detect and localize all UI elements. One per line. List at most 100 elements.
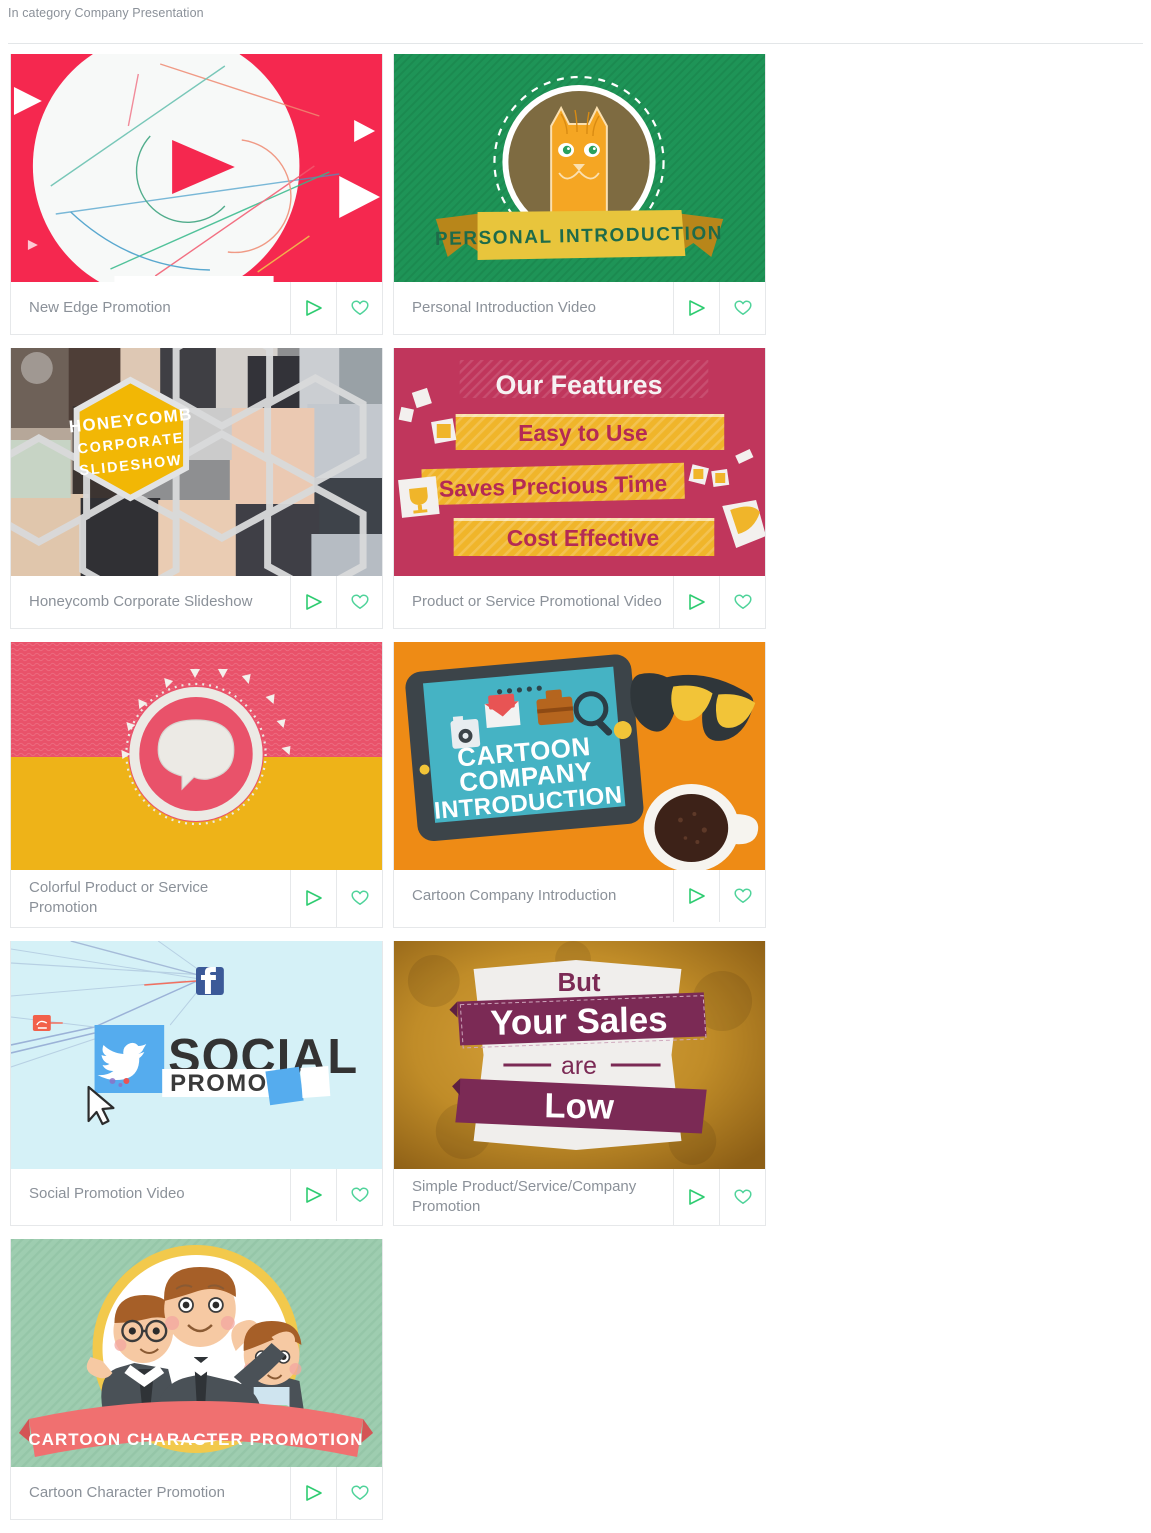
card-actions <box>673 282 765 334</box>
category-header: In category Company Presentation <box>0 0 1151 32</box>
favorite-button[interactable] <box>719 282 765 334</box>
play-button[interactable] <box>673 870 719 922</box>
video-card[interactable]: New Edge Promotion <box>10 54 383 335</box>
honeycomb-corporate-thumbnail: HONEYCOMB CORPORATE SLIDESHOW <box>11 348 382 576</box>
heart-icon <box>350 1186 369 1202</box>
card-footer: Personal Introduction Video <box>394 282 765 334</box>
card-footer: Cartoon Company Introduction <box>394 870 765 922</box>
play-icon <box>688 1188 705 1205</box>
play-button[interactable] <box>290 576 336 628</box>
svg-text:CARTOON CHARACTER PROMOTION: CARTOON CHARACTER PROMOTION <box>28 1430 363 1449</box>
play-button[interactable] <box>673 1168 719 1225</box>
card-footer: Colorful Product or Service Promotion <box>11 870 382 927</box>
colorful-product-service-thumbnail <box>11 642 382 870</box>
svg-text:Low: Low <box>544 1086 615 1127</box>
svg-text:Our Features: Our Features <box>495 370 662 400</box>
card-title: Cartoon Character Promotion <box>29 1483 225 1501</box>
play-icon <box>305 890 322 907</box>
svg-text:Your Sales: Your Sales <box>490 1000 668 1043</box>
play-button[interactable] <box>290 1467 336 1519</box>
video-thumbnail[interactable]: PERSONAL INTRODUCTION <box>394 54 765 282</box>
card-title: Simple Product/Service/Company Promotion <box>412 1177 637 1215</box>
play-button[interactable] <box>290 870 336 927</box>
card-actions <box>290 282 382 334</box>
cartoon-company-introduction-thumbnail: CARTOON COMPANY INTRODUCTION <box>394 642 765 870</box>
play-icon <box>688 594 705 610</box>
video-card[interactable]: CARTOON CHARACTER PROMOTION Cartoon Char… <box>10 1239 383 1520</box>
play-button[interactable] <box>290 1168 336 1221</box>
play-icon <box>305 1186 322 1203</box>
svg-text:Cost Effective: Cost Effective <box>507 525 659 551</box>
favorite-button[interactable] <box>336 870 382 927</box>
card-footer: Social Promotion Video <box>11 1168 382 1221</box>
video-card[interactable]: PERSONAL INTRODUCTION Personal Introduct… <box>393 54 766 335</box>
play-button[interactable] <box>673 282 719 334</box>
card-actions <box>673 1168 765 1225</box>
card-title: Product or Service Promotional Video <box>412 592 662 610</box>
new-edge-promotion-thumbnail <box>11 54 382 282</box>
video-thumbnail[interactable] <box>11 642 382 870</box>
card-footer: Simple Product/Service/Company Promotion <box>394 1168 765 1225</box>
card-footer: Cartoon Character Promotion <box>11 1467 382 1519</box>
play-icon <box>305 594 322 610</box>
heart-icon <box>350 594 369 609</box>
favorite-button[interactable] <box>719 1168 765 1225</box>
play-icon <box>688 300 705 316</box>
card-title: New Edge Promotion <box>29 298 171 316</box>
favorite-button[interactable] <box>336 282 382 334</box>
heart-icon <box>733 594 752 609</box>
card-footer: Product or Service Promotional Video <box>394 576 765 628</box>
card-actions <box>673 870 765 922</box>
svg-text:are: are <box>561 1051 597 1079</box>
video-thumbnail[interactable]: CARTOON COMPANY INTRODUCTION <box>394 642 765 870</box>
heart-icon <box>350 890 369 906</box>
play-icon <box>305 300 322 316</box>
video-card[interactable]: CARTOON COMPANY INTRODUCTION Cartoon Com… <box>393 642 766 928</box>
product-service-promotional-thumbnail: Our Features Easy to Use Saves Precious … <box>394 348 765 576</box>
card-footer: Honeycomb Corporate Slideshow <box>11 576 382 628</box>
svg-text:But: But <box>557 968 600 996</box>
heart-icon <box>733 300 752 315</box>
video-card[interactable]: SOCIAL PROMO Social Promotion Video <box>10 940 383 1226</box>
svg-text:Easy to Use: Easy to Use <box>518 420 648 446</box>
card-title: Cartoon Company Introduction <box>412 886 617 904</box>
social-promotion-thumbnail: SOCIAL PROMO <box>11 940 382 1169</box>
card-actions <box>290 870 382 927</box>
heart-icon <box>350 1485 369 1500</box>
card-title: Honeycomb Corporate Slideshow <box>29 592 253 610</box>
play-icon <box>688 888 705 904</box>
play-button[interactable] <box>290 282 336 334</box>
video-thumbnail[interactable]: SOCIAL PROMO <box>11 940 382 1169</box>
favorite-button[interactable] <box>336 576 382 628</box>
card-actions <box>290 1467 382 1519</box>
video-thumbnail[interactable]: HONEYCOMB CORPORATE SLIDESHOW <box>11 348 382 576</box>
video-thumbnail[interactable] <box>11 54 382 282</box>
card-title: Personal Introduction Video <box>412 298 597 316</box>
video-thumbnail[interactable]: Your Sales But are Low <box>394 940 765 1169</box>
favorite-button[interactable] <box>719 576 765 628</box>
video-card[interactable]: HONEYCOMB CORPORATE SLIDESHOW Honeycomb … <box>10 348 383 629</box>
card-actions <box>673 576 765 628</box>
video-card[interactable]: Colorful Product or Service Promotion <box>10 642 383 928</box>
play-icon <box>305 1485 322 1501</box>
card-title: Social Promotion Video <box>29 1185 185 1203</box>
favorite-button[interactable] <box>336 1168 382 1221</box>
favorite-button[interactable] <box>336 1467 382 1519</box>
video-thumbnail[interactable]: CARTOON CHARACTER PROMOTION <box>11 1239 382 1467</box>
personal-introduction-thumbnail: PERSONAL INTRODUCTION <box>394 54 765 282</box>
video-card-grid: New Edge Promotion PERSONAL INTRODUCTION… <box>0 44 1151 1533</box>
cartoon-character-promotion-thumbnail: CARTOON CHARACTER PROMOTION <box>11 1239 382 1467</box>
heart-icon <box>350 300 369 315</box>
video-card[interactable]: Your Sales But are Low Simple Product/Se… <box>393 940 766 1226</box>
card-footer: New Edge Promotion <box>11 282 382 334</box>
card-actions <box>290 1168 382 1221</box>
simple-product-service-company-thumbnail: Your Sales But are Low <box>394 940 765 1169</box>
card-title: Colorful Product or Service Promotion <box>29 879 209 917</box>
video-thumbnail[interactable]: Our Features Easy to Use Saves Precious … <box>394 348 765 576</box>
heart-icon <box>733 888 752 903</box>
video-card[interactable]: Our Features Easy to Use Saves Precious … <box>393 348 766 629</box>
category-label: In category Company Presentation <box>8 6 204 20</box>
play-button[interactable] <box>673 576 719 628</box>
card-actions <box>290 576 382 628</box>
favorite-button[interactable] <box>719 870 765 922</box>
